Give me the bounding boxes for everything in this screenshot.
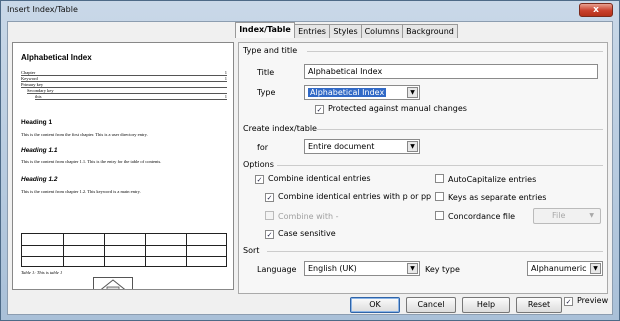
case-sensitive-checkbox[interactable]: ✓ Case sensitive — [265, 229, 336, 239]
type-label: Type — [257, 88, 276, 97]
title-input[interactable]: Alphabetical Index — [304, 64, 598, 79]
keys-separate-checkbox[interactable]: Keys as separate entries — [435, 192, 546, 202]
cancel-button[interactable]: Cancel — [406, 297, 456, 313]
preview-heading-1-1: Heading 1.1 — [21, 147, 58, 154]
preview-heading-1-2: Heading 1.2 — [21, 176, 58, 183]
section-label: Sort — [243, 246, 260, 255]
protected-checkbox[interactable]: ✓ Protected against manual changes — [315, 104, 467, 114]
file-button[interactable]: File ▼ — [533, 208, 601, 224]
window-title: Insert Index/Table — [7, 5, 78, 14]
checkbox-checked-icon: ✓ — [265, 230, 274, 239]
preview-text-1: This is the content from the first chapt… — [21, 132, 148, 137]
checkbox-checked-icon: ✓ — [255, 175, 264, 184]
help-button[interactable]: Help — [462, 297, 510, 313]
checkbox-icon — [435, 211, 444, 220]
combine-p-pp-checkbox[interactable]: ✓ Combine identical entries with p or pp — [265, 192, 431, 202]
ok-button[interactable]: OK — [350, 297, 400, 313]
reset-button[interactable]: Reset — [516, 297, 562, 313]
key-type-label: Key type — [425, 265, 460, 274]
section-label: Create index/table — [243, 124, 317, 133]
checkbox-checked-icon: ✓ — [265, 193, 274, 202]
title-label: Title — [257, 68, 275, 77]
checkbox-icon — [435, 174, 444, 183]
for-select[interactable]: Entire document ▼ — [304, 139, 420, 154]
checkbox-icon — [435, 192, 444, 201]
tab-entries[interactable]: Entries — [294, 24, 330, 38]
key-type-select[interactable]: Alphanumeric ▼ — [527, 261, 603, 276]
section-label: Type and title — [243, 46, 298, 55]
checkbox-checked-icon: ✓ — [315, 105, 324, 114]
picture-icon — [100, 279, 126, 289]
tab-index-table[interactable]: Index/Table — [235, 22, 295, 38]
preview-text-1-2: This is the content from chapter 1.2. Th… — [21, 189, 141, 194]
type-value: Alphabetical Index — [308, 88, 387, 97]
tab-styles[interactable]: Styles — [329, 24, 362, 38]
index-preview: Alphabetical Index Chapter 1 Keyword 1 Pri… — [12, 42, 234, 290]
chevron-down-icon: ▼ — [589, 212, 594, 219]
tab-background[interactable]: Background — [402, 24, 458, 38]
preview-table-caption: Table 1: This is table 1 — [21, 270, 63, 275]
preview-text-1-1: This is the content from chapter 1.1. Th… — [21, 159, 162, 164]
language-select[interactable]: English (UK) ▼ — [304, 261, 420, 276]
checkbox-icon — [265, 211, 274, 220]
preview-title: Alphabetical Index — [21, 53, 92, 62]
sort-section: Sort — [243, 246, 605, 255]
index-table-panel: Type and title Title Alphabetical Index … — [238, 42, 608, 294]
chevron-down-icon[interactable]: ▼ — [407, 141, 418, 152]
options-section: Options — [243, 160, 605, 169]
concordance-checkbox[interactable]: Concordance file — [435, 211, 515, 221]
preview-entry: this 1 — [35, 94, 227, 100]
dialog-body: Alphabetical Index Chapter 1 Keyword 1 Pri… — [7, 21, 613, 315]
insert-index-dialog: Insert Index/Table x Alphabetical Index … — [0, 0, 620, 321]
combine-identical-checkbox[interactable]: ✓ Combine identical entries — [255, 174, 371, 184]
type-and-title-section: Type and title — [243, 46, 605, 55]
checkbox-checked-icon: ✓ — [564, 297, 573, 306]
for-label: for — [257, 143, 268, 152]
chevron-down-icon[interactable]: ▼ — [407, 263, 418, 274]
title-bar[interactable]: Insert Index/Table x — [1, 1, 619, 20]
autocapitalize-checkbox[interactable]: AutoCapitalize entries — [435, 174, 536, 184]
language-label: Language — [257, 265, 297, 274]
for-value: Entire document — [308, 142, 375, 151]
type-select[interactable]: Alphabetical Index ▼ — [304, 85, 420, 100]
preview-image — [93, 277, 133, 289]
key-type-value: Alphanumeric — [531, 264, 587, 273]
tab-columns[interactable]: Columns — [361, 24, 403, 38]
preview-table — [21, 233, 227, 267]
preview-checkbox[interactable]: ✓ Preview — [564, 296, 608, 306]
create-section: Create index/table — [243, 124, 605, 133]
chevron-down-icon[interactable]: ▼ — [407, 87, 418, 98]
chevron-down-icon[interactable]: ▼ — [590, 263, 601, 274]
preview-heading-1: Heading 1 — [21, 119, 53, 126]
section-label: Options — [243, 160, 274, 169]
combine-with-checkbox[interactable]: Combine with - — [265, 211, 339, 221]
language-value: English (UK) — [308, 264, 357, 273]
close-button[interactable]: x — [579, 3, 613, 17]
